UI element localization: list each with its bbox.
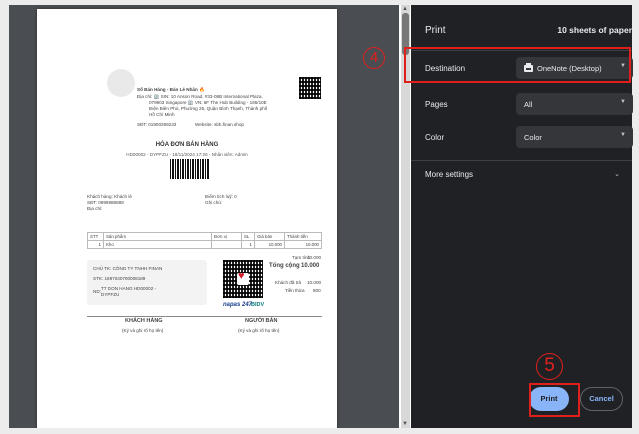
pages-label: Pages xyxy=(425,100,448,109)
store-website: Website: sbh.finan.shop xyxy=(195,122,244,127)
pages-select[interactable]: All ▼ xyxy=(516,93,633,115)
customer-phone: SĐT: 0999988888 xyxy=(87,200,124,205)
change-value: 800 xyxy=(313,288,321,293)
signature-seller-note: (Ký và ghi rõ họ tên) xyxy=(238,328,280,333)
step-5-marker: 5 xyxy=(536,353,563,380)
store-phone: SĐT: 01900299233 xyxy=(137,122,177,127)
paid-label: Khách đã trả xyxy=(275,280,302,285)
invoice-title: HÓA ĐƠN BÁN HÀNG xyxy=(155,142,219,148)
table-cell: 10.000 xyxy=(284,240,322,249)
store-logo xyxy=(107,69,135,97)
customer-address: Địa chỉ: xyxy=(87,206,103,211)
color-value: Color xyxy=(524,133,542,142)
store-qr-code xyxy=(299,77,321,99)
print-preview: Số Bán Hàng - Bán Lẻ Nhân 🔥 Địa chỉ: 🏢 S… xyxy=(9,5,399,428)
table-cell xyxy=(211,240,242,249)
color-select[interactable]: Color ▼ xyxy=(516,126,633,148)
table-row: 1 Kho 1 10.000 10.000 xyxy=(87,240,322,249)
divider xyxy=(87,316,322,317)
more-settings-toggle[interactable]: More settings xyxy=(425,170,473,179)
divider xyxy=(411,160,632,161)
table-cell: 10.000 xyxy=(254,240,285,249)
cancel-button[interactable]: Cancel xyxy=(580,387,623,411)
bank-account: STK: 1697040700008189 xyxy=(93,276,146,281)
store-address: Địa chỉ: 🏢 SIN: 10 Anson Road, #33-08B I… xyxy=(137,94,263,99)
print-button-highlight xyxy=(529,383,580,417)
column-header: Giá bán xyxy=(254,232,285,241)
column-header: Thành tiền xyxy=(284,232,322,241)
color-label: Color xyxy=(425,133,445,142)
bidv-logo: BIDV xyxy=(251,302,265,308)
scroll-down-icon[interactable]: ▼ xyxy=(402,421,408,427)
invoice-subtitle: HD00002 - DYPFZU - 18/11/2024 17:26 - Nh… xyxy=(126,152,248,157)
dialog-title: Print xyxy=(425,25,446,36)
bank-owner: CHỦ TK: CÔNG TY TNHH FINAN xyxy=(93,266,163,271)
column-header: STT xyxy=(87,232,104,241)
signature-seller: NGƯỜI BÁN xyxy=(245,318,278,324)
dropdown-arrow-icon: ▼ xyxy=(620,99,626,105)
change-label: Tiền thừa xyxy=(285,288,305,293)
screenshot-frame: Số Bán Hàng - Bán Lẻ Nhân 🔥 Địa chỉ: 🏢 S… xyxy=(0,0,639,434)
step-4-marker: 4 xyxy=(363,47,385,69)
column-header: SL xyxy=(241,232,255,241)
preview-page: Số Bán Hàng - Bán Lẻ Nhân 🔥 Địa chỉ: 🏢 S… xyxy=(37,9,337,428)
invoice-barcode xyxy=(170,159,210,179)
store-name: Số Bán Hàng - Bán Lẻ Nhân 🔥 xyxy=(137,87,205,92)
signature-customer: KHÁCH HÀNG xyxy=(125,318,163,324)
subtotal-value: 10.000 xyxy=(307,255,322,260)
dropdown-arrow-icon: ▼ xyxy=(620,132,626,138)
sheet-count: 10 sheets of paper xyxy=(557,25,632,35)
total-label: Tổng cộng xyxy=(269,263,300,269)
column-header: Sản phẩm xyxy=(103,232,212,241)
bank-note-label: ND: xyxy=(93,289,101,294)
table-header-row: STT Sản phẩm Đơn vị SL Giá bán Thành tiề… xyxy=(87,232,322,241)
scroll-up-icon[interactable]: ▲ xyxy=(402,6,408,12)
payment-qr-code xyxy=(223,260,263,298)
table-cell: 1 xyxy=(241,240,255,249)
invoice-note: Ghi chú: xyxy=(205,200,223,205)
paid-value: 10.000 xyxy=(307,280,322,285)
bank-note: DYPFZU xyxy=(101,292,120,297)
table-cell: Kho xyxy=(103,240,212,249)
store-address: Hồ Chí Minh xyxy=(149,112,175,117)
bank-transfer-box: CHỦ TK: CÔNG TY TNHH FINAN STK: 16970407… xyxy=(87,260,207,305)
items-table: STT Sản phẩm Đơn vị SL Giá bán Thành tiề… xyxy=(87,232,322,249)
destination-highlight xyxy=(404,47,631,83)
chevron-down-icon[interactable]: ⌄ xyxy=(614,170,620,178)
loyalty-points: Điểm tích luỹ: 0 xyxy=(205,194,237,199)
table-cell: 1 xyxy=(87,240,104,249)
total-value: 10.000 xyxy=(301,263,320,269)
store-address: 079903 Singapore 🏢 VN: 6F The Hub Buildi… xyxy=(149,100,267,105)
heart-icon xyxy=(237,270,249,285)
pages-value: All xyxy=(524,100,533,109)
store-address: Điện Biên Phủ, Phường 25, Quận Bình Thạn… xyxy=(149,106,268,111)
bank-note: TT DON HANG HD00002 - xyxy=(101,286,157,291)
customer-name: Khách hàng: Khách lẻ xyxy=(87,194,132,199)
signature-customer-note: (Ký và ghi rõ họ tên) xyxy=(122,328,164,333)
napas-logo: napas 247 xyxy=(223,302,253,308)
column-header: Đơn vị xyxy=(211,232,242,241)
